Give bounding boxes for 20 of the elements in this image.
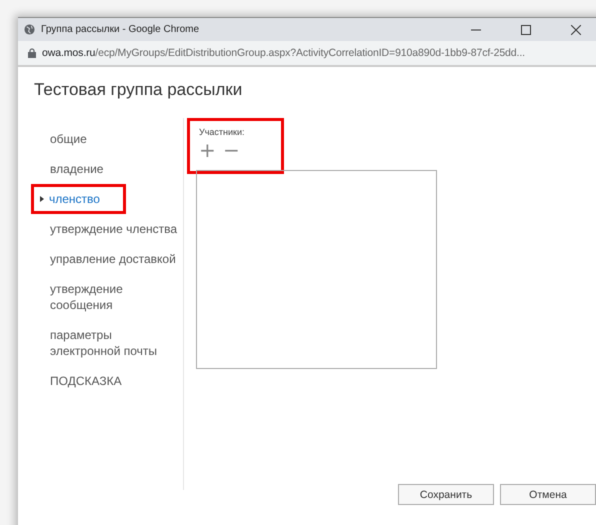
sidebar-item[interactable]: владение: [34, 154, 183, 184]
lock-icon: [28, 48, 36, 58]
sidebar-item[interactable]: членство: [31, 184, 126, 214]
globe-icon: [24, 24, 35, 35]
caret-icon: [39, 196, 45, 202]
cancel-button[interactable]: Отмена: [500, 484, 596, 505]
save-button[interactable]: Сохранить: [398, 484, 494, 505]
remove-button[interactable]: −: [223, 141, 239, 159]
window-title: Группа рассылки - Google Chrome: [41, 24, 200, 35]
members-label: Участники:: [199, 127, 246, 137]
close-icon: [571, 24, 581, 34]
sidebar-item[interactable]: ПОДСКАЗКА: [34, 366, 183, 396]
sidebar-item[interactable]: управление доставкой: [34, 244, 183, 274]
page-title: Тестовая группа рассылки: [34, 80, 244, 100]
sidebar-item[interactable]: утверждение членства: [34, 214, 183, 244]
maximize-icon: [521, 24, 531, 34]
sidebar-item[interactable]: утверждение сообщения: [34, 274, 183, 320]
add-button[interactable]: +: [199, 141, 215, 159]
sidebar-item[interactable]: параметры электронной почты: [34, 320, 183, 366]
sidebar-item[interactable]: общие: [34, 124, 183, 154]
